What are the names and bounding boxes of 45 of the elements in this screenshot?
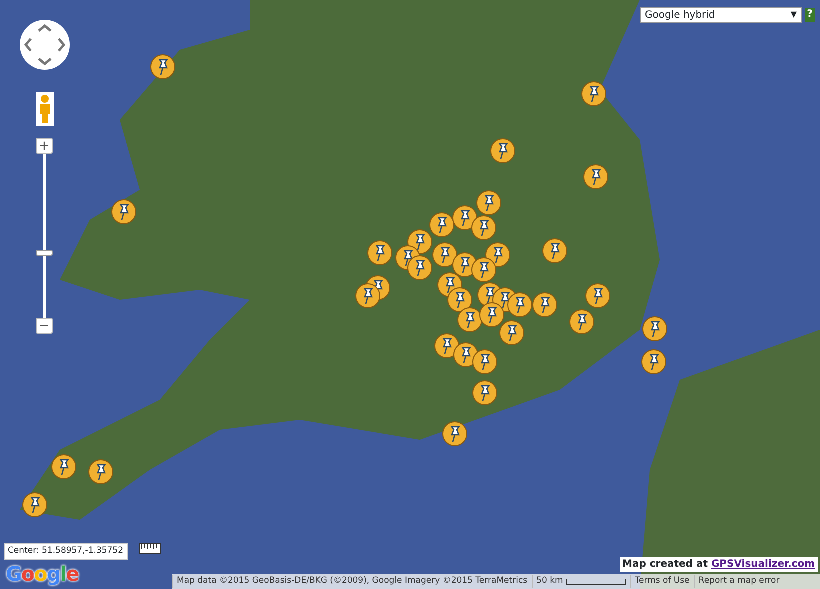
pushpin-marker-icon[interactable]	[581, 81, 607, 107]
pushpin-marker-icon[interactable]	[479, 302, 505, 328]
pushpin-marker-icon[interactable]	[111, 199, 137, 225]
pushpin-marker-icon[interactable]	[499, 320, 525, 346]
pushpin-marker-icon[interactable]	[476, 190, 502, 216]
pushpin-marker-icon[interactable]	[583, 164, 609, 190]
pushpin-marker-icon[interactable]	[367, 240, 393, 266]
pushpin-marker-icon[interactable]	[442, 421, 468, 447]
pushpin-marker-icon[interactable]	[585, 283, 611, 309]
caret-icon: ▼	[790, 9, 797, 21]
pushpin-marker-icon[interactable]	[429, 212, 455, 238]
map-type-dropdown[interactable]: Google hybrid ▼	[640, 7, 802, 23]
pushpin-marker-icon[interactable]	[407, 255, 433, 281]
pushpin-marker-icon[interactable]	[355, 283, 381, 309]
center-coordinates: Center: 51.58957,-1.35752	[4, 543, 128, 560]
scale-bar	[566, 578, 626, 584]
credit-text: Map created at	[622, 559, 709, 570]
pushpin-marker-icon[interactable]	[471, 257, 497, 283]
pushpin-marker-icon[interactable]	[569, 309, 595, 335]
pushpin-marker-icon[interactable]	[22, 492, 48, 518]
pushpin-marker-icon[interactable]	[150, 54, 176, 80]
pushpin-marker-icon[interactable]	[51, 454, 77, 480]
help-button[interactable]: ?	[805, 8, 815, 22]
pan-control-icon[interactable]	[20, 20, 70, 70]
scale-label: 50 km	[536, 575, 564, 588]
map-attribution: Map data ©2015 GeoBasis-DE/BKG (©2009), Google Imagery ©2015 TerraMetrics	[172, 575, 532, 588]
credit-link[interactable]: GPSVisualizer.com	[711, 559, 815, 570]
pushpin-marker-icon[interactable]	[472, 380, 498, 406]
pushpin-marker-icon[interactable]	[472, 349, 498, 375]
pushpin-marker-icon[interactable]	[457, 307, 483, 333]
pushpin-marker-icon[interactable]	[542, 238, 568, 264]
pushpin-marker-icon[interactable]	[507, 292, 533, 318]
zoom-out-button[interactable]: −	[36, 318, 53, 334]
zoom-in-button[interactable]: +	[36, 138, 53, 154]
pushpin-marker-icon[interactable]	[490, 138, 516, 164]
pushpin-marker-icon[interactable]	[88, 459, 114, 485]
pushpin-marker-icon[interactable]	[642, 316, 668, 342]
pushpin-marker-icon[interactable]	[641, 349, 667, 375]
footer-link[interactable]: Terms of Use	[630, 575, 694, 588]
zoom-slider-thumb[interactable]	[36, 250, 53, 256]
google-logo[interactable]: Google	[6, 559, 79, 589]
ruler-icon[interactable]	[139, 543, 161, 554]
pushpin-marker-icon[interactable]	[532, 292, 558, 318]
pushpin-marker-icon[interactable]	[471, 215, 497, 241]
footer-link[interactable]: Report a map error	[694, 575, 784, 588]
